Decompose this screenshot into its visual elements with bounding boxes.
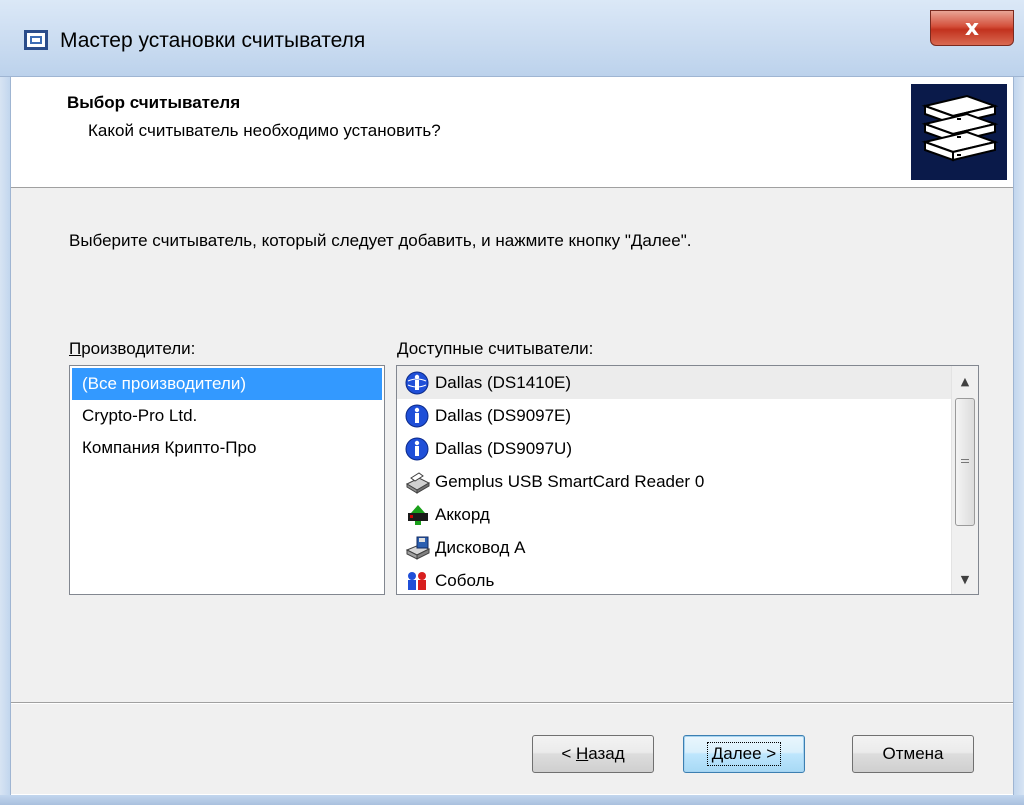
manufacturers-label-accel: П [69,339,82,358]
scroll-down-arrow-icon[interactable]: ▼ [952,566,978,592]
reader-app-icon [24,30,48,50]
reader-stack-icon [911,84,1007,180]
readers-label-accel: Д [397,339,409,358]
reader-item[interactable]: Соболь [397,564,953,594]
back-button-label: Назад [575,744,625,763]
manufacturer-item[interactable]: Crypto-Pro Ltd. [70,400,384,432]
cancel-button[interactable]: Отмена [852,735,974,773]
footer-separator [11,702,1013,704]
reader-item[interactable]: Дисковод А [397,531,953,564]
reader-item[interactable]: Аккорд [397,498,953,531]
readers-label: Доступные считыватели: [397,339,593,359]
reader-label: Dallas (DS9097U) [435,439,572,458]
manufacturers-label-text: роизводители: [81,339,196,358]
window-title: Мастер установки считывателя [60,29,366,52]
next-button-label: Далее > [706,742,782,766]
close-button[interactable]: x [930,10,1014,46]
window-frame-left [0,0,11,805]
scroll-up-arrow-icon[interactable]: ▲ [952,368,978,394]
back-button-prefix: < [561,744,576,763]
reader-item[interactable]: Dallas (DS9097U) [397,432,953,465]
reader-item[interactable]: Dallas (DS1410E) [397,366,953,399]
manufacturer-item[interactable]: (Все производители) [72,368,382,400]
cancel-button-label: Отмена [882,744,944,763]
readers-label-text: оступные считыватели: [408,339,594,358]
header-title: Выбор считывателя [67,93,241,112]
info-globe-icon [405,371,431,395]
wizard-header: Выбор считывателя Какой считыватель необ… [11,77,1013,188]
reader-label: Соболь [435,571,495,590]
wizard-content: Выберите считыватель, который следует до… [11,188,1013,794]
setup-wizard-window: Мастер установки считывателя x Выбор счи… [0,0,1024,805]
header-subtitle: Какой считыватель необходимо установить? [88,121,441,140]
reader-item[interactable]: Dallas (DS9097E) [397,399,953,432]
title-bar[interactable]: Мастер установки считывателя x [0,0,1024,77]
scrollbar-thumb[interactable] [955,398,975,526]
readers-list-viewport: Dallas (DS1410E) Dallas (DS9097E) Dallas… [397,366,953,594]
floppy-drive-icon [405,536,431,560]
scrollbar-grip-icon [961,459,969,463]
manufacturers-list[interactable]: (Все производители) Crypto-Pro Ltd. Комп… [69,365,385,595]
manufacturers-label: Производители: [69,339,195,359]
window-frame-bottom [0,795,1024,805]
reader-label: Gemplus USB SmartCard Reader 0 [435,472,705,491]
accord-board-icon [405,503,431,527]
readers-scrollbar[interactable]: ▲ ▼ [951,366,978,594]
reader-label: Дисковод А [435,538,526,557]
reader-item[interactable]: Gemplus USB SmartCard Reader 0 [397,465,953,498]
reader-label: Dallas (DS9097E) [435,406,572,425]
info-icon [405,437,431,461]
reader-label: Аккорд [435,505,490,524]
back-button[interactable]: < Назад [532,735,654,773]
smartcard-reader-icon [405,470,431,494]
reader-label: Dallas (DS1410E) [435,373,572,392]
info-icon [405,404,431,428]
instruction-text: Выберите считыватель, который следует до… [69,231,692,250]
sobol-board-icon [405,569,431,593]
close-icon: x [964,15,980,41]
next-button[interactable]: Далее > [683,735,805,773]
manufacturer-item[interactable]: Компания Крипто-Про [70,432,384,464]
readers-list[interactable]: Dallas (DS1410E) Dallas (DS9097E) Dallas… [396,365,979,595]
window-frame-right [1013,0,1024,805]
